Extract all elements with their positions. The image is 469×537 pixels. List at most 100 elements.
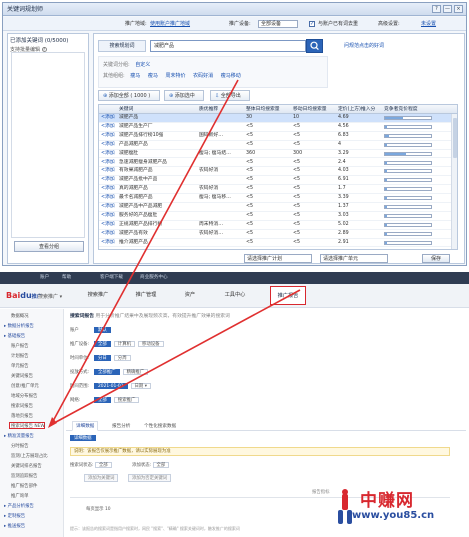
table-row[interactable]: <添加 最卡名减肥产品 瘦马; 瘦马移… <5 <5 3.39 xyxy=(99,194,457,203)
add-keyword-link[interactable]: <添加 xyxy=(101,159,115,168)
group-item[interactable]: 瘦马 xyxy=(148,73,158,79)
add-status-select[interactable]: 全部 xyxy=(152,462,170,468)
filter-chip[interactable]: 分周 xyxy=(113,355,131,361)
nav-promo-manage[interactable]: 推广管理 xyxy=(128,284,164,307)
tab-analysis[interactable]: 报告分析 xyxy=(112,423,130,429)
col-recommend[interactable]: 质优推荐 xyxy=(199,105,218,114)
filter-chip[interactable]: 搜索推广 xyxy=(113,397,140,403)
sidebar-item[interactable]: 监测追踪报告 xyxy=(11,473,37,479)
sidebar-item[interactable]: 关键词报告 xyxy=(11,373,33,379)
table-row[interactable]: <添加 真的减肥产品 农码好消 <5 <5 1.7 xyxy=(99,185,457,195)
sidebar-item[interactable]: 监测/上方展现占比 xyxy=(11,453,48,459)
filter-chip[interactable]: 移动设备 xyxy=(137,341,164,347)
table-row[interactable]: <添加 减肥瘦肚 瘦马; 瘦马结… 360 300 3.29 xyxy=(99,150,457,159)
add-keyword-link[interactable]: <添加 xyxy=(101,123,115,132)
sidebar-item[interactable]: ▸ 产品分析报告 xyxy=(4,503,34,509)
minimize-icon[interactable]: — xyxy=(443,5,452,13)
sidebar-item[interactable]: 关键词排名报告 xyxy=(11,463,42,469)
filter-chip[interactable]: 2021-01-01 xyxy=(94,383,128,389)
add-keyword-link[interactable]: <添加 xyxy=(101,167,115,176)
save-button[interactable]: 保存 xyxy=(422,254,450,263)
product-switcher[interactable]: 搜索推广 ▾ xyxy=(38,293,62,300)
metrics-header[interactable]: 报告指标 xyxy=(312,489,330,495)
filter-chip[interactable]: 分日 xyxy=(94,355,111,361)
tab-detail[interactable]: 详细数据 xyxy=(72,421,99,431)
grid-scrollbar[interactable] xyxy=(451,114,457,249)
sidebar-item[interactable]: 计划报告 xyxy=(11,353,29,359)
add-keyword-link[interactable]: <添加 xyxy=(101,212,115,221)
group-item[interactable]: 周末特价 xyxy=(166,73,186,79)
sidebar-item[interactable]: 搜索词报告 NEW xyxy=(11,423,45,429)
add-keyword-link[interactable]: <添加 xyxy=(101,203,115,212)
plan-select[interactable]: 请选择推广计划 xyxy=(244,254,312,263)
table-row[interactable]: <添加 减肥产品批中产品 <5 <5 6.91 xyxy=(99,176,457,186)
table-row[interactable]: <添加 有效果减肥产品 农码好消 <5 <5 4.03 xyxy=(99,167,457,177)
add-selected-button[interactable]: ⊕ 添加选中 xyxy=(164,90,204,101)
table-row[interactable]: <添加 减肥产品 30 10 4.69 xyxy=(99,114,457,123)
filter-chip[interactable]: 全部推广 xyxy=(94,369,120,375)
table-row[interactable]: <添加 减肥产品排行榜10强 国码新好… <5 <5 6.83 xyxy=(99,132,457,141)
group-item[interactable]: 瘦马移动 xyxy=(221,73,241,79)
hint-link[interactable]: 问规范点击的好词 xyxy=(344,42,384,49)
add-keyword-link[interactable]: <添加 xyxy=(101,176,115,185)
filter-chip[interactable]: 日期 ▾ xyxy=(130,383,151,389)
sidebar-item[interactable]: 搜索词报告 xyxy=(11,403,33,409)
nav-tools[interactable]: 工具中心 xyxy=(220,284,250,307)
sidebar-item[interactable]: 创意/推广单元 xyxy=(11,383,39,389)
sidebar-item[interactable]: ▸ 定制报告 xyxy=(4,513,25,519)
add-keyword-link[interactable]: <添加 xyxy=(101,230,115,239)
search-input[interactable]: 减肥产品 xyxy=(150,40,306,52)
advanced-link[interactable]: 未设置 xyxy=(421,17,436,31)
filter-chip[interactable]: 计算机 xyxy=(113,341,135,347)
close-icon[interactable]: × xyxy=(454,5,463,13)
table-row[interactable]: <添加 正规减肥产品排行榜 周末特消… <5 <5 5.02 xyxy=(99,221,457,230)
added-keywords-textarea[interactable] xyxy=(11,52,85,238)
add-keyword-button[interactable]: 添加为关键词 xyxy=(84,474,119,482)
nav-reports[interactable]: 推广报告 xyxy=(270,286,306,305)
table-row[interactable]: <添加 产品减肥产品 <5 <5 4 xyxy=(99,141,457,150)
sidebar-item[interactable]: 分时报告 xyxy=(11,443,29,449)
status-select[interactable]: 全部 xyxy=(94,462,112,468)
detail-chip[interactable]: 详细数据 xyxy=(70,435,96,441)
sidebar-item[interactable]: ▸ 精准流量报告 xyxy=(4,433,34,439)
group-item[interactable]: 农码好消 xyxy=(193,73,213,79)
group-custom[interactable]: 自定义 xyxy=(135,62,150,68)
table-row[interactable]: <添加 急速减肥瘦身减肥产品 <5 <5 2.4 xyxy=(99,159,457,168)
sidebar-item[interactable]: 推广报告部件 xyxy=(11,483,37,489)
table-row[interactable]: <添加 减肥产品有效 农码好消… <5 <5 2.89 xyxy=(99,230,457,239)
dedupe-checkbox[interactable]: ✓ xyxy=(309,21,315,27)
col-competition[interactable]: 竞争者竞价程度 xyxy=(384,105,418,114)
search-button[interactable] xyxy=(306,39,323,53)
add-keyword-link[interactable]: <添加 xyxy=(101,185,115,194)
table-row[interactable]: <添加 减肥产品中产品减肥 <5 <5 1.37 xyxy=(99,203,457,212)
add-negative-button[interactable]: 添加为否定关键词 xyxy=(128,474,172,482)
view-groups-button[interactable]: 查看分组 xyxy=(14,241,84,252)
promo-device-select[interactable]: 全部设备 xyxy=(258,20,298,28)
sidebar-item[interactable]: 推广询单 xyxy=(11,493,29,499)
unit-select[interactable]: 请选择推广单元 xyxy=(320,254,388,263)
table-row[interactable]: <添加 减肥产品生产厂 <5 <5 4.56 xyxy=(99,123,457,132)
topbar-help[interactable]: 帮助 xyxy=(62,272,71,284)
add-keyword-link[interactable]: <添加 xyxy=(101,239,115,248)
group-item[interactable]: 瘦马 xyxy=(130,73,140,79)
col-bid[interactable]: 定价(上方)推入分 xyxy=(338,105,375,114)
topbar-download[interactable]: 客户端下载 xyxy=(100,272,123,284)
add-keyword-link[interactable]: <添加 xyxy=(101,132,115,141)
export-all-button[interactable]: ⇩ 全部导出 xyxy=(210,90,250,101)
baidu-logo[interactable]: Baidu推广 xyxy=(6,291,42,300)
col-keyword[interactable]: 关键词 xyxy=(119,105,133,114)
add-keyword-link[interactable]: <添加 xyxy=(101,114,115,123)
col-mobile-volume[interactable]: 移动日均搜索量 xyxy=(293,105,327,114)
sidebar-item[interactable]: 落地页报告 xyxy=(11,413,33,419)
sidebar-item[interactable]: 单元报告 xyxy=(11,363,29,369)
sidebar-item[interactable]: 数据概况 xyxy=(11,313,29,319)
sidebar-item[interactable]: 地域分布报告 xyxy=(11,393,37,399)
table-row[interactable]: <添加 推介减肥产品 <5 <5 2.91 xyxy=(99,239,457,248)
nav-assets[interactable]: 资产 xyxy=(178,284,202,307)
add-keyword-link[interactable]: <添加 xyxy=(101,221,115,230)
add-keyword-link[interactable]: <添加 xyxy=(101,150,115,159)
sidebar-item[interactable]: ▸ 推送报告 xyxy=(4,523,25,529)
filter-chip[interactable]: 全部 xyxy=(94,397,111,403)
sidebar-item[interactable]: ▸ 基础报告 xyxy=(4,333,25,339)
topbar-account[interactable]: 账户 xyxy=(40,272,49,284)
